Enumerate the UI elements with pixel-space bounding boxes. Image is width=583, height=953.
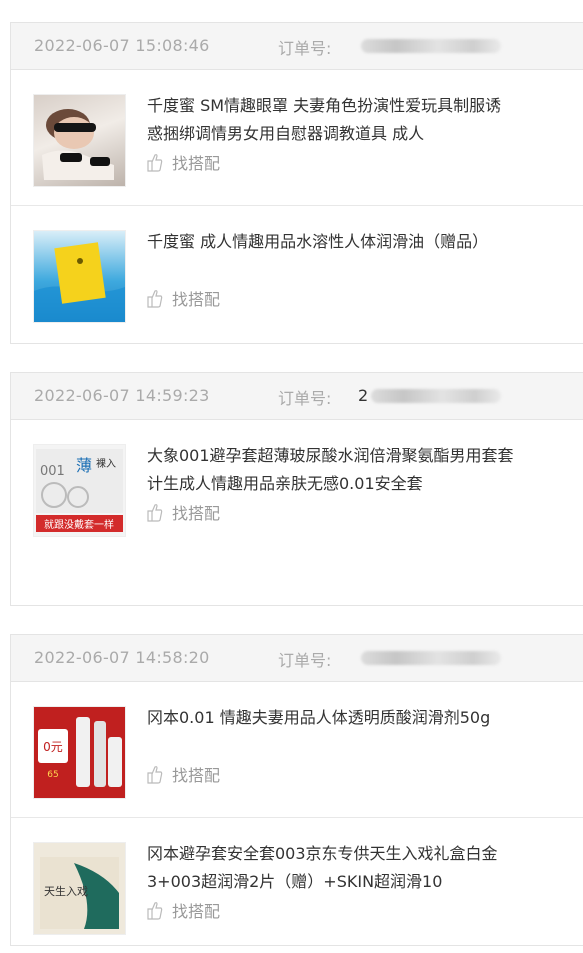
product-title[interactable]: 冈本避孕套安全套003京东专供天生入戏礼盒白金3+003超润滑2片（赠）+SKI… <box>147 840 517 896</box>
box-brand-text: 001 <box>40 464 65 479</box>
blindfold-product-image <box>42 109 114 180</box>
order-card: 2022-06-07 14:58:20 订单号: 0元 65 冈本0.01 情趣… <box>10 634 583 946</box>
product-thumbnail[interactable]: 天生入戏 <box>33 842 126 935</box>
order-header: 2022-06-07 14:58:20 订单号: <box>11 635 583 682</box>
lubricant-promo-image: 0元 65 <box>34 707 125 798</box>
product-title[interactable]: 冈本0.01 情趣夫妻用品人体透明质酸润滑剂50g <box>147 704 517 732</box>
box-thin-text: 薄 <box>76 456 92 475</box>
order-item: 千度蜜 成人情趣用品水溶性人体润滑油（赠品） 找搭配 <box>11 205 583 341</box>
find-match-button[interactable]: 找搭配 <box>147 500 220 524</box>
product-title[interactable]: 大象001避孕套超薄玻尿酸水润倍滑聚氨酯男用套套计生成人情趣用品亲肤无感0.01… <box>147 442 517 498</box>
product-thumbnail[interactable]: 0元 65 <box>33 706 126 799</box>
order-card: 2022-06-07 14:59:23 订单号: 2 001 薄 裸入 就跟没戴… <box>10 372 583 606</box>
find-match-button[interactable]: 找搭配 <box>147 898 220 922</box>
product-title[interactable]: 千度蜜 成人情趣用品水溶性人体润滑油（赠品） <box>147 228 517 256</box>
product-thumbnail[interactable] <box>33 230 126 323</box>
order-number-label: 订单号: <box>278 651 332 670</box>
condom-gift-box-image: 天生入戏 <box>40 857 119 929</box>
order-header: 2022-06-07 15:08:46 订单号: <box>11 23 583 70</box>
product-title[interactable]: 千度蜜 SM情趣眼罩 夫妻角色扮演性爱玩具制服诱惑捆绑调情男女用自慰器调教道具 … <box>147 92 517 148</box>
hand-pointer-icon <box>147 764 163 784</box>
gift-box-text: 天生入戏 <box>44 884 88 898</box>
order-number-label: 订单号: <box>278 389 332 408</box>
box-side-text: 裸入 <box>96 457 116 470</box>
find-match-button[interactable]: 找搭配 <box>147 286 220 310</box>
find-match-label: 找搭配 <box>172 902 221 921</box>
order-header: 2022-06-07 14:59:23 订单号: 2 <box>11 373 583 420</box>
hand-pointer-icon <box>147 900 163 920</box>
find-match-label: 找搭配 <box>172 290 221 309</box>
order-number-label: 订单号: <box>278 39 332 58</box>
hand-pointer-icon <box>147 152 163 172</box>
find-match-button[interactable]: 找搭配 <box>147 150 220 174</box>
order-item: 千度蜜 SM情趣眼罩 夫妻角色扮演性爱玩具制服诱惑捆绑调情男女用自慰器调教道具 … <box>11 70 583 205</box>
hand-pointer-icon <box>147 502 163 522</box>
order-date: 2022-06-07 14:58:20 <box>34 648 210 667</box>
condom-box-image: 001 薄 裸入 就跟没戴套一样 <box>36 449 123 532</box>
order-date: 2022-06-07 15:08:46 <box>34 36 210 55</box>
promo-sub-text: 65 <box>47 770 58 780</box>
product-thumbnail[interactable]: 001 薄 裸入 就跟没戴套一样 <box>33 444 126 537</box>
order-number-value: 2 <box>358 386 369 405</box>
find-match-label: 找搭配 <box>172 154 221 173</box>
promo-price-text: 0元 <box>43 740 63 754</box>
lubricant-sachet-image <box>34 242 125 322</box>
order-number-redacted <box>361 651 501 665</box>
order-number-redacted <box>371 389 501 403</box>
find-match-label: 找搭配 <box>172 504 221 523</box>
product-thumbnail[interactable] <box>33 94 126 187</box>
order-item: 0元 65 冈本0.01 情趣夫妻用品人体透明质酸润滑剂50g 找搭配 <box>11 682 583 817</box>
order-item: 001 薄 裸入 就跟没戴套一样 大象001避孕套超薄玻尿酸水润倍滑聚氨酯男用套… <box>11 420 583 605</box>
box-banner-text: 就跟没戴套一样 <box>44 518 114 531</box>
order-item: 天生入戏 冈本避孕套安全套003京东专供天生入戏礼盒白金3+003超润滑2片（赠… <box>11 817 583 953</box>
hand-pointer-icon <box>147 288 163 308</box>
find-match-button[interactable]: 找搭配 <box>147 762 220 786</box>
order-date: 2022-06-07 14:59:23 <box>34 386 210 405</box>
order-number-redacted <box>361 39 501 53</box>
find-match-label: 找搭配 <box>172 766 221 785</box>
order-card: 2022-06-07 15:08:46 订单号: 千度蜜 SM情趣眼罩 夫妻角色… <box>10 22 583 344</box>
